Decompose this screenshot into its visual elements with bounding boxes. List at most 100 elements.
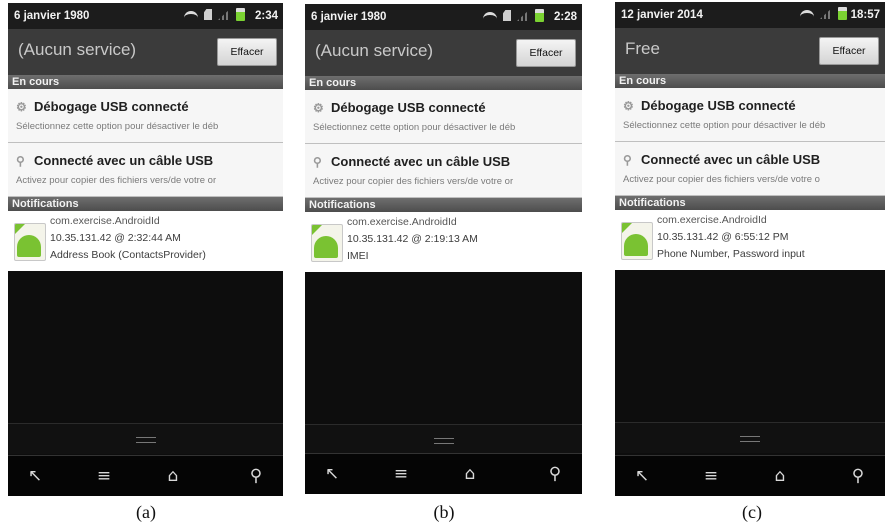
usb-debug-icon: ⚙ [313,101,324,115]
drag-handle-grip-icon [135,437,156,443]
usb-debug-title: ⚙ Débogage USB connecté [623,98,796,113]
home-icon[interactable]: ⌂ [765,464,795,488]
usb-cable-title-text: Connecté avec un câble USB [34,153,214,168]
phone-screenshot-b: 6 janvier 1980 2:28 (Aucun service) Effa… [305,4,582,494]
android-app-icon [14,223,46,261]
notification-app-name: com.exercise.AndroidId [50,215,160,227]
usb-debug-title-text: Débogage USB connecté [641,98,796,113]
status-date: 12 janvier 2014 [621,9,703,21]
signal-icon [517,10,529,21]
caption-b: (b) [433,502,455,522]
usb-debug-title-text: Débogage USB connecté [34,99,189,114]
notification-item[interactable]: com.exercise.AndroidId 10.35.131.42 @ 2:… [305,212,582,272]
back-icon[interactable]: ↖ [317,462,347,486]
status-time: 2:28 [553,11,577,23]
notification-text: IMEI [347,250,369,262]
menu-icon[interactable]: ≡ [696,464,726,488]
sim-icon [204,9,212,20]
notification-header: (Aucun service) Effacer [8,29,283,76]
home-icon[interactable]: ⌂ [455,462,485,486]
notification-app-name: com.exercise.AndroidId [347,216,457,228]
usb-debug-title: ⚙ Débogage USB connecté [16,99,189,114]
menu-icon[interactable]: ≡ [386,462,416,486]
usb-cable-title-text: Connecté avec un câble USB [641,152,821,167]
notification-text: Address Book (ContactsProvider) [50,249,206,261]
ongoing-usb-connected[interactable]: ⚲ Connecté avec un câble USB Activez pour… [305,144,582,198]
usb-cable-title-text: Connecté avec un câble USB [331,154,511,169]
signal-icon [218,9,230,20]
drag-handle[interactable] [8,423,283,454]
carrier-label: Free [625,39,660,58]
ongoing-usb-debugging[interactable]: ⚙ Débogage USB connecté Sélectionnez cett… [615,88,885,142]
usb-debug-icon: ⚙ [16,100,27,114]
clear-button[interactable]: Effacer [217,38,277,66]
nav-bar: ↖ ≡ ⌂ ⚲ [305,453,582,494]
nav-bar: ↖ ≡ ⌂ ⚲ [8,455,283,496]
status-date: 6 janvier 1980 [14,10,90,22]
battery-icon [236,8,245,21]
notification-app-name: com.exercise.AndroidId [657,214,767,226]
search-icon[interactable]: ⚲ [540,462,570,486]
android-app-icon [311,224,343,262]
carrier-label: (Aucun service) [18,40,137,59]
usb-cable-title: ⚲ Connecté avec un câble USB [16,153,213,168]
status-icons [800,7,847,20]
ongoing-usb-connected[interactable]: ⚲ Connecté avec un câble USB Activez pour… [8,143,283,197]
drag-handle[interactable] [615,422,885,453]
signal-icon [820,8,832,19]
phone-screenshot-c: 12 janvier 2014 18:57 Free Effacer En co… [615,2,885,496]
notification-header: (Aucun service) Effacer [305,30,582,77]
clear-button[interactable]: Effacer [516,39,576,67]
caption-c: (c) [742,502,762,522]
notification-text: Phone Number, Password input [657,248,805,260]
phone-screenshot-a: 6 janvier 1980 2:34 (Aucun service) Effa… [8,3,283,496]
drag-handle-grip-icon [433,438,454,444]
caption-a: (a) [136,502,156,522]
battery-icon [535,9,544,22]
usb-icon: ⚲ [623,153,632,167]
ongoing-usb-debugging[interactable]: ⚙ Débogage USB connecté Sélectionnez cett… [8,89,283,143]
usb-cable-subtitle: Activez pour copier des fichiers vers/de… [623,174,820,185]
status-time: 18:57 [850,9,880,21]
status-time: 2:34 [254,10,278,22]
home-icon[interactable]: ⌂ [158,464,188,488]
section-notifications: Notifications [615,196,885,210]
back-icon[interactable]: ↖ [20,464,50,488]
status-icons [483,9,544,22]
status-date: 6 janvier 1980 [311,11,387,23]
usb-debug-subtitle: Sélectionnez cette option pour désactive… [16,121,219,132]
status-bar: 6 janvier 1980 2:34 [8,3,283,29]
wifi-icon [800,9,814,20]
notification-time: 10.35.131.42 @ 2:19:13 AM [347,233,478,245]
usb-debug-icon: ⚙ [623,99,634,113]
wifi-icon [483,11,497,22]
notification-item[interactable]: com.exercise.AndroidId 10.35.131.42 @ 6:… [615,210,885,270]
ongoing-usb-connected[interactable]: ⚲ Connecté avec un câble USB Activez pour… [615,142,885,196]
status-icons [184,8,245,21]
search-icon[interactable]: ⚲ [843,464,873,488]
ongoing-usb-debugging[interactable]: ⚙ Débogage USB connecté Sélectionnez cett… [305,90,582,144]
usb-debug-subtitle: Sélectionnez cette option pour désactive… [313,122,516,133]
battery-icon [838,7,847,20]
back-icon[interactable]: ↖ [627,464,657,488]
status-bar: 6 janvier 1980 2:28 [305,4,582,30]
section-notifications: Notifications [305,198,582,212]
notification-item[interactable]: com.exercise.AndroidId 10.35.131.42 @ 2:… [8,211,283,271]
wifi-icon [184,10,198,21]
carrier-label: (Aucun service) [315,41,434,60]
section-ongoing: En cours [305,76,582,90]
usb-debug-title-text: Débogage USB connecté [331,100,486,115]
usb-debug-title: ⚙ Débogage USB connecté [313,100,486,115]
status-bar: 12 janvier 2014 18:57 [615,2,885,28]
usb-cable-subtitle: Activez pour copier des fichiers vers/de… [16,175,217,186]
usb-debug-subtitle: Sélectionnez cette option pour désactive… [623,120,826,131]
clear-button[interactable]: Effacer [819,37,879,65]
usb-cable-title: ⚲ Connecté avec un câble USB [313,154,510,169]
section-notifications: Notifications [8,197,283,211]
search-icon[interactable]: ⚲ [241,464,271,488]
menu-icon[interactable]: ≡ [89,464,119,488]
sim-icon [503,10,511,21]
nav-bar: ↖ ≡ ⌂ ⚲ [615,455,885,496]
notification-header: Free Effacer [615,28,885,75]
drag-handle[interactable] [305,424,582,455]
